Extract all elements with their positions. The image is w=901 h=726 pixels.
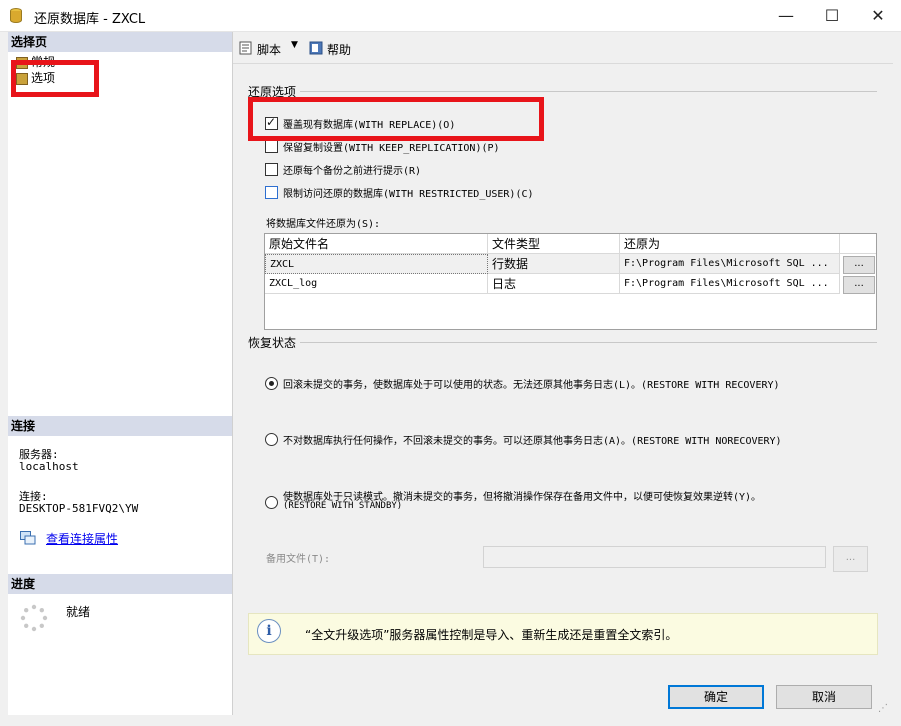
left-pane: 选择页 常规 选项 连接 服务器: localhost 连接: DESKTOP-… — [8, 32, 233, 715]
window-title: 还原数据库 - ZXCL — [34, 12, 146, 27]
prompt-before-restore-label: 还原每个备份之前进行提示(R) — [283, 166, 422, 177]
recovery-state-title: 恢复状态 — [248, 336, 297, 350]
info-icon: i — [257, 619, 281, 643]
browse-button[interactable]: ... — [843, 276, 875, 294]
minimize-button[interactable]: — — [763, 0, 809, 31]
standby-browse-button[interactable]: ... — [833, 546, 868, 572]
column-header-blank — [840, 234, 876, 254]
restore-with-norecovery-radio[interactable] — [265, 433, 278, 446]
chevron-down-icon[interactable]: ▼ — [291, 40, 298, 50]
restore-with-norecovery-label: 不对数据库执行任何操作，不回滚未提交的事务。可以还原其他事务日志(A)。(RES… — [283, 436, 782, 447]
toolbar: 脚本 ▼ 帮助 — [233, 33, 893, 64]
highlight-box-options — [11, 60, 99, 97]
server-value: localhost — [19, 460, 79, 473]
restore-with-standby-radio[interactable] — [265, 496, 278, 509]
help-button[interactable]: 帮助 — [327, 41, 351, 58]
restricted-user-label: 限制访问还原的数据库(WITH RESTRICTED_USER)(C) — [283, 189, 534, 200]
group-divider — [300, 342, 877, 343]
script-button[interactable]: 脚本 — [257, 41, 281, 58]
select-page-header: 选择页 — [8, 32, 232, 52]
database-icon — [10, 8, 22, 23]
keep-replication-checkbox[interactable] — [265, 140, 278, 153]
cell-type[interactable]: 行数据 — [488, 254, 620, 274]
cell-restore-to[interactable]: F:\Program Files\Microsoft SQL ... — [620, 254, 840, 274]
highlight-box-with-replace — [248, 97, 544, 141]
restore-with-recovery-label: 回滚未提交的事务，使数据库处于可以使用的状态。无法还原其他事务日志(L)。(RE… — [283, 380, 780, 391]
cell-original[interactable]: ZXCL — [265, 254, 488, 274]
standby-file-label: 备用文件(T): — [266, 554, 331, 565]
cell-restore-to[interactable]: F:\Program Files\Microsoft SQL ... — [620, 274, 840, 294]
connection-header: 连接 — [8, 416, 232, 436]
cell-original[interactable]: ZXCL_log — [265, 274, 488, 294]
ok-button[interactable]: 确定 — [668, 685, 764, 709]
keep-replication-label: 保留复制设置(WITH KEEP_REPLICATION)(P) — [283, 143, 500, 154]
close-button[interactable]: ✕ — [855, 0, 901, 31]
progress-spinner-icon — [20, 604, 48, 632]
standby-file-input[interactable] — [483, 546, 826, 568]
script-icon — [239, 41, 252, 55]
browse-button[interactable]: ... — [843, 256, 875, 274]
title-bar: 还原数据库 - ZXCL — ☐ ✕ — [0, 0, 901, 32]
files-table: 原始文件名 文件类型 还原为 ZXCL 行数据 F:\Program Files… — [264, 233, 877, 330]
column-header-restore-to[interactable]: 还原为 — [620, 234, 840, 254]
progress-header: 进度 — [8, 574, 232, 594]
restore-with-standby-label-2: (RESTORE WITH STANDBY) — [283, 501, 403, 511]
info-text: “全文升级选项”服务器属性控制是导入、重新生成还是重置全文索引。 — [305, 628, 678, 642]
column-header-original[interactable]: 原始文件名 — [265, 234, 488, 254]
progress-status: 就绪 — [66, 605, 91, 619]
restricted-user-checkbox[interactable] — [265, 186, 278, 199]
connection-value: DESKTOP-581FVQ2\YW — [19, 502, 139, 515]
cell-type[interactable]: 日志 — [488, 274, 620, 294]
column-header-type[interactable]: 文件类型 — [488, 234, 620, 254]
connection-properties-icon — [20, 531, 36, 545]
cancel-button[interactable]: 取消 — [776, 685, 872, 709]
restore-with-recovery-radio[interactable] — [265, 377, 278, 390]
resize-grip-icon[interactable]: ⋰ — [878, 703, 892, 717]
restore-files-label: 将数据库文件还原为(S): — [266, 219, 381, 230]
help-icon — [309, 41, 323, 55]
view-connection-properties-link[interactable]: 查看连接属性 — [46, 530, 118, 547]
maximize-button[interactable]: ☐ — [809, 0, 855, 31]
prompt-before-restore-checkbox[interactable] — [265, 163, 278, 176]
group-divider — [300, 91, 877, 92]
